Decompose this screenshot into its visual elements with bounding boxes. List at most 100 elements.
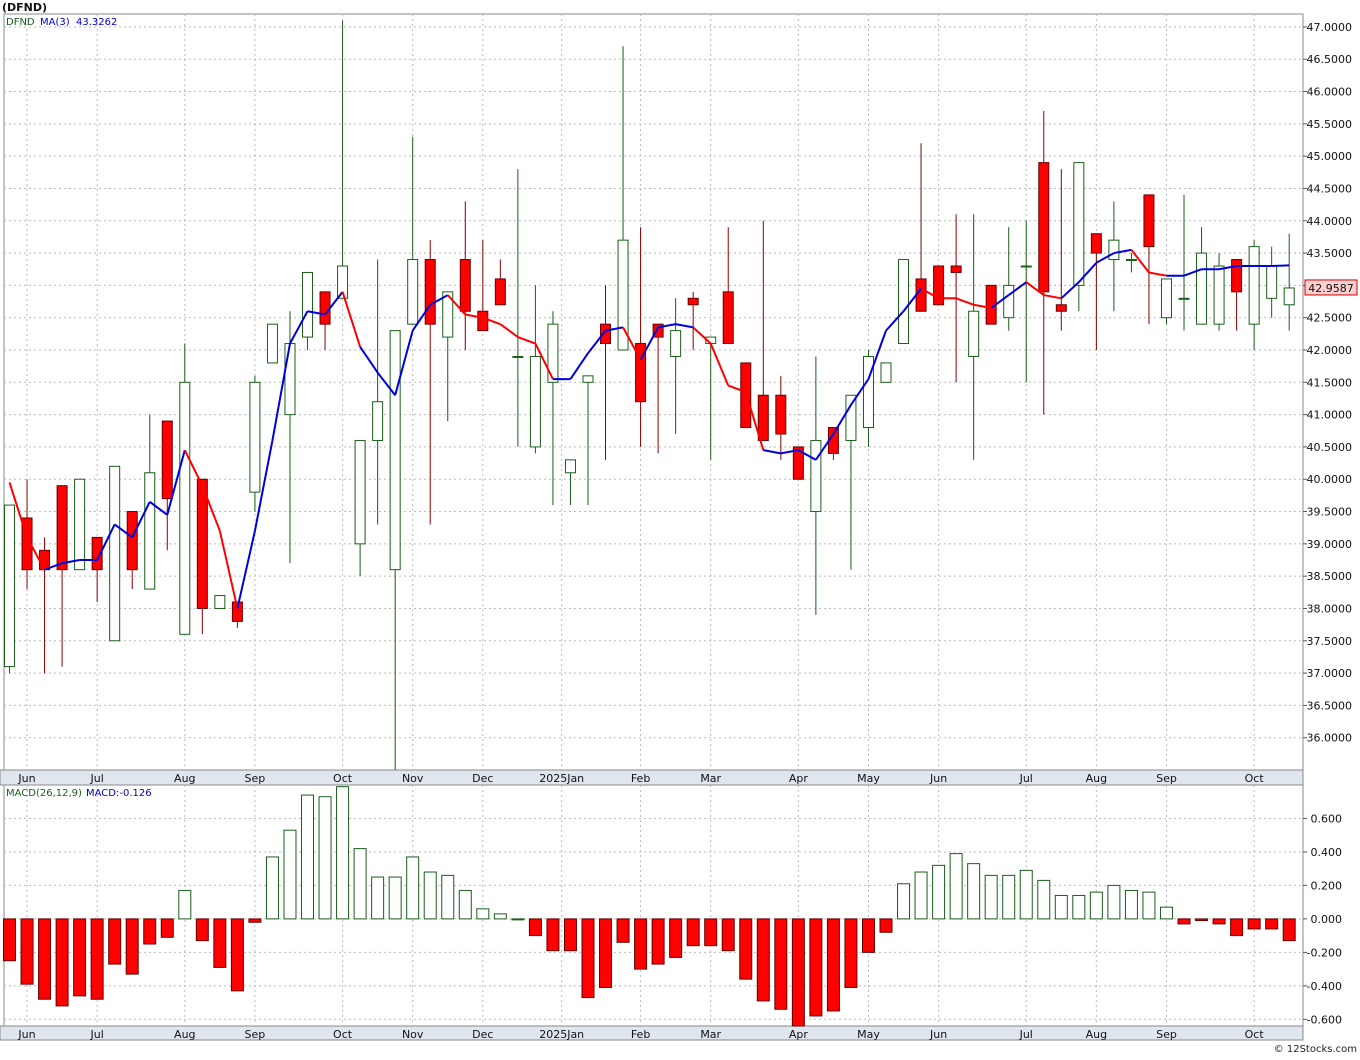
macd-bar <box>248 918 262 923</box>
macd-bar <box>283 829 297 920</box>
candle-body <box>302 271 314 338</box>
macd-bar <box>967 863 981 920</box>
macd-bar <box>1230 918 1244 937</box>
candle-body <box>898 259 910 345</box>
candle-body <box>1055 304 1067 312</box>
candle-body <box>1231 259 1243 293</box>
macd-bar <box>143 918 157 945</box>
candle-body <box>109 465 121 642</box>
macd-bar <box>1054 894 1068 920</box>
candle-body <box>582 375 594 383</box>
candle-body <box>1143 194 1155 248</box>
price-y-tick-label: 38.0000 <box>1307 602 1353 615</box>
candle-body <box>670 330 682 357</box>
macd-bar <box>90 918 104 1000</box>
candle-body <box>319 291 331 325</box>
macd-bar <box>669 918 683 958</box>
macd-bar <box>55 918 69 1007</box>
candle-body <box>354 439 366 545</box>
price-y-tick-label: 44.5000 <box>1307 182 1353 195</box>
macd-y-tick-label: 0.000 <box>1311 913 1343 926</box>
macd-legend-value: MACD:-0.126 <box>86 788 152 799</box>
price-y-tick-label: 44.0000 <box>1307 215 1353 228</box>
candle-body <box>968 310 980 357</box>
price-x-tick-label: Jul <box>90 772 104 785</box>
legend-ma-value: 43.3262 <box>76 17 117 28</box>
candle-body <box>775 394 787 435</box>
macd-x-tick-label: Aug <box>174 1028 195 1041</box>
macd-bar <box>1142 891 1156 920</box>
price-y-tick-label: 36.0000 <box>1307 732 1353 745</box>
candle-body <box>1108 239 1120 261</box>
candle-body <box>214 595 226 609</box>
macd-bar <box>195 918 209 942</box>
macd-x-tick-label: Nov <box>402 1028 424 1041</box>
macd-bar <box>1265 918 1279 930</box>
macd-bar <box>1089 891 1103 920</box>
price-x-tick-label: Apr <box>789 772 809 785</box>
candle-body <box>722 291 734 345</box>
candle-body <box>512 355 524 358</box>
candle-body <box>915 278 927 312</box>
macd-legend-name: MACD(26,12,9) <box>6 788 82 799</box>
macd-bar <box>493 913 507 920</box>
page-title: (DFND) <box>2 1 47 14</box>
candle-body <box>144 472 156 590</box>
macd-bar <box>178 889 192 920</box>
macd-x-tick-label: Jul <box>90 1028 104 1041</box>
candle-body <box>196 478 208 609</box>
candle-body <box>407 259 419 325</box>
macd-x-tick-label: Jun <box>17 1028 35 1041</box>
candle-body <box>494 278 506 306</box>
macd-bar <box>1212 918 1226 925</box>
macd-bar <box>879 918 893 933</box>
macd-bar <box>844 918 858 989</box>
price-x-tick-label: Mar <box>700 772 721 785</box>
macd-bar <box>406 856 420 920</box>
price-y-tick-label: 37.5000 <box>1307 635 1353 648</box>
macd-bar <box>336 786 350 920</box>
price-x-tick-label: Sep <box>245 772 266 785</box>
price-y-tick-label: 41.5000 <box>1307 376 1353 389</box>
macd-bar <box>721 918 735 952</box>
macd-x-tick-label: Sep <box>1156 1028 1177 1041</box>
macd-bar <box>371 876 385 920</box>
candle-body <box>687 297 699 306</box>
macd-bar <box>599 918 613 989</box>
macd-bar <box>1195 918 1209 922</box>
last-price-label: 42.9587 <box>1308 282 1354 295</box>
macd-x-tick-label: Oct <box>1245 1028 1265 1041</box>
price-panel <box>3 13 1304 771</box>
candle-body <box>1178 297 1190 300</box>
price-y-tick-label: 45.5000 <box>1307 118 1353 131</box>
macd-y-tick-label: 0.200 <box>1311 879 1343 892</box>
macd-x-tick-label: Feb <box>631 1028 650 1041</box>
price-y-tick-label: 39.5000 <box>1307 506 1353 519</box>
price-y-tick-label: 41.0000 <box>1307 409 1353 422</box>
macd-x-tick-label: Jun <box>929 1028 947 1041</box>
macd-y-tick-label: 0.600 <box>1311 812 1343 825</box>
macd-bar <box>634 918 648 970</box>
macd-bar <box>20 918 34 985</box>
candle-body <box>529 355 541 448</box>
legend-ticker: DFND <box>6 17 35 28</box>
candle-body <box>284 343 296 416</box>
macd-bar <box>949 853 963 920</box>
macd-x-tick-label: Sep <box>245 1028 266 1041</box>
macd-bar <box>1282 918 1296 942</box>
price-x-tick-label: Jun <box>929 772 947 785</box>
candle-body <box>1196 252 1208 325</box>
price-x-tick-label: Aug <box>1086 772 1107 785</box>
candle-body <box>266 323 278 364</box>
macd-bar <box>756 918 770 1002</box>
candle-body <box>389 330 401 571</box>
candle-body <box>74 478 86 571</box>
candle-body <box>880 362 892 383</box>
macd-bar <box>581 918 595 999</box>
candle-body <box>161 420 173 500</box>
macd-bar <box>616 918 630 943</box>
macd-bar <box>704 918 718 947</box>
price-y-tick-label: 37.0000 <box>1307 667 1353 680</box>
candle-body <box>757 394 769 441</box>
macd-bar <box>686 918 700 947</box>
